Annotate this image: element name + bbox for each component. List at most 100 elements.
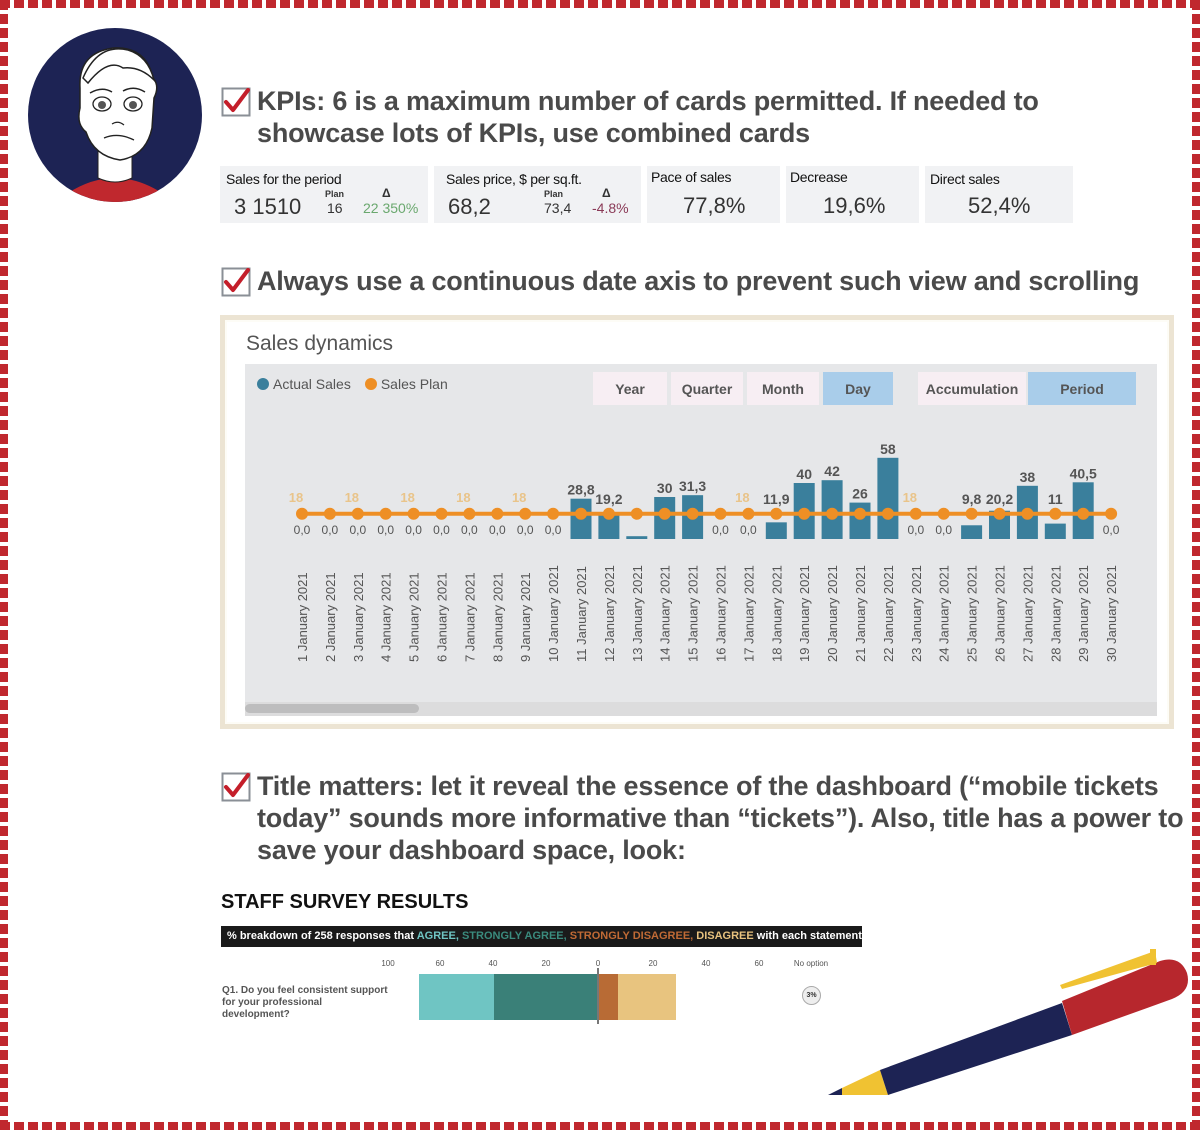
x-axis-tick-label: 30 January 2021 [1104, 565, 1119, 662]
bar-value-label: 0,0 [907, 523, 924, 537]
sales-dynamics-widget: Sales dynamics Actual Sales Sales Plan Y… [220, 315, 1174, 729]
kpi-card-direct-sales[interactable]: Direct sales 52,4% [925, 166, 1073, 223]
kpi-value: 68,2 [448, 194, 491, 219]
border-bottom [0, 1122, 1200, 1130]
tip-kpis: KPIs: 6 is a maximum number of cards per… [221, 85, 1039, 149]
bar-value-label: 11 [1048, 491, 1063, 507]
survey-segment-disagree [618, 974, 677, 1020]
tip-date-axis: Always use a continuous date axis to pre… [221, 265, 1139, 297]
survey-segment-agree [419, 974, 494, 1020]
sales-plan-point [547, 507, 560, 520]
kpi-plan-value: 16 [327, 200, 343, 216]
survey-segment-strongly-agree [493, 974, 597, 1020]
sales-plan-point [881, 507, 894, 520]
checkbox-checked-icon [221, 772, 251, 802]
bar-value-label: 11,9 [763, 491, 790, 507]
x-axis-tick-label: 14 January 2021 [658, 565, 673, 662]
x-axis-tick-label: 18 January 2021 [769, 565, 784, 662]
kpi-title: Pace of sales [651, 169, 732, 185]
x-axis-tick-label: 19 January 2021 [797, 565, 812, 662]
sales-plan-point [937, 507, 950, 520]
sales-plan-point [798, 507, 811, 520]
sales-plan-point [630, 507, 643, 520]
widget-body: Sales dynamics Actual Sales Sales Plan Y… [227, 322, 1167, 722]
x-axis-tick-label: 25 January 2021 [965, 565, 980, 662]
sales-plan-point [770, 507, 783, 520]
bar-value-label: 31,3 [679, 478, 706, 494]
bar-value-label: 19,2 [595, 491, 622, 507]
x-axis-tick-label: 12 January 2021 [602, 565, 617, 662]
kpi-card-sales-for-period[interactable]: Sales for the period 3 1510 Plan 16 Δ 22… [220, 166, 428, 223]
sales-plan-point [965, 507, 978, 520]
survey-axis-tick: 100 [381, 959, 395, 968]
border-left [0, 0, 8, 1130]
kpi-delta-value: 22 350% [363, 200, 419, 216]
bar-value-label: 0,0 [322, 523, 339, 537]
x-axis-tick-label: 5 January 2021 [407, 572, 422, 662]
bar-value-label: 0,0 [545, 523, 562, 537]
sales-plan-point [296, 507, 308, 520]
tip-line: Title matters: let it reveal the essence… [257, 771, 1159, 801]
kpi-cards-row: Sales for the period 3 1510 Plan 16 Δ 22… [220, 166, 1073, 223]
sales-plan-point [351, 507, 364, 520]
sales-chart: 0,0 0,0 0,0 0,0 0,0 0,0 0,0 0,0 0,0 0,0 28,819,2 30… [289, 441, 1120, 662]
plan-value-label: 18 [456, 490, 470, 505]
sales-plan-point [854, 507, 866, 520]
kpi-card-decrease[interactable]: Decrease 19,6% [786, 166, 919, 223]
survey-axis-tick: 40 [488, 959, 498, 968]
x-axis-tick-label: 20 January 2021 [825, 565, 840, 662]
checkbox-checked-icon [221, 267, 251, 297]
sales-plan-point [993, 507, 1006, 520]
kpi-card-pace-of-sales[interactable]: Pace of sales 77,8% [647, 166, 780, 223]
x-axis-tick-label: 1 January 2021 [295, 572, 310, 662]
pen-illustration [828, 949, 1188, 1095]
x-axis-tick-label: 6 January 2021 [435, 572, 450, 662]
sales-plan-point [1049, 507, 1062, 520]
bar-value-label: 0,0 [377, 523, 394, 537]
kpi-card-sales-price[interactable]: Sales price, $ per sq.ft. 68,2 Plan 73,4… [434, 166, 641, 223]
survey-segment-strongly-disagree [597, 974, 619, 1020]
x-axis-tick-label: 17 January 2021 [741, 565, 756, 662]
banner-strongly-disagree: STRONGLY DISAGREE, [566, 930, 694, 942]
bar-value-label: 58 [880, 441, 896, 457]
bar-value-label: 40 [796, 466, 812, 482]
x-axis-tick-label: 29 January 2021 [1076, 565, 1091, 662]
x-axis-tick-label: 3 January 2021 [351, 572, 366, 662]
tip-text: Title matters: let it reveal the essence… [257, 770, 1184, 866]
tip-line: showcase lots of KPIs, use combined card… [257, 118, 810, 148]
bar-value-label: 42 [824, 463, 840, 479]
x-axis-tick-label: 23 January 2021 [909, 565, 924, 662]
survey-axis-tick: 40 [701, 959, 711, 968]
bar-value-label: 40,5 [1070, 465, 1097, 481]
kpi-value: 52,4% [968, 193, 1031, 218]
x-axis-tick-label: 13 January 2021 [630, 565, 645, 662]
scrollbar-thumb[interactable] [245, 704, 419, 713]
kpi-title: Sales for the period [226, 171, 342, 187]
x-axis-tick-label: 7 January 2021 [462, 572, 477, 662]
sales-plan-point [379, 507, 392, 520]
sales-plan-point [909, 507, 922, 520]
survey-title: STAFF SURVEY RESULTS [221, 891, 469, 913]
kpi-plan-value: 73,4 [544, 200, 572, 216]
bar-value-label: 0,0 [294, 523, 311, 537]
sales-plan-point [1077, 507, 1090, 520]
banner-agree: AGREE, [416, 930, 459, 942]
sales-plan-point [575, 507, 587, 520]
kpi-plan-label: Plan [325, 189, 345, 199]
sales-plan-point [826, 507, 839, 520]
bar-value-label: 0,0 [489, 523, 506, 537]
horizontal-scrollbar[interactable] [245, 702, 1157, 716]
kpi-title: Decrease [790, 169, 848, 185]
sales-plan-point [491, 507, 504, 520]
bar-value-label: 26 [852, 486, 868, 502]
kpi-title: Direct sales [930, 171, 1000, 187]
bar-value-label: 28,8 [567, 482, 594, 498]
x-axis-tick-label: 22 January 2021 [881, 565, 896, 662]
sales-plan-point [602, 507, 615, 520]
x-axis-tick-label: 9 January 2021 [518, 572, 533, 662]
plan-value-label: 18 [903, 490, 917, 505]
survey-question: Q1. Do you feel consistent support for y… [222, 985, 388, 1020]
survey-axis-tick: 20 [541, 959, 551, 968]
actual-sales-bar [877, 457, 899, 539]
bar-value-label: 0,0 [461, 523, 478, 537]
